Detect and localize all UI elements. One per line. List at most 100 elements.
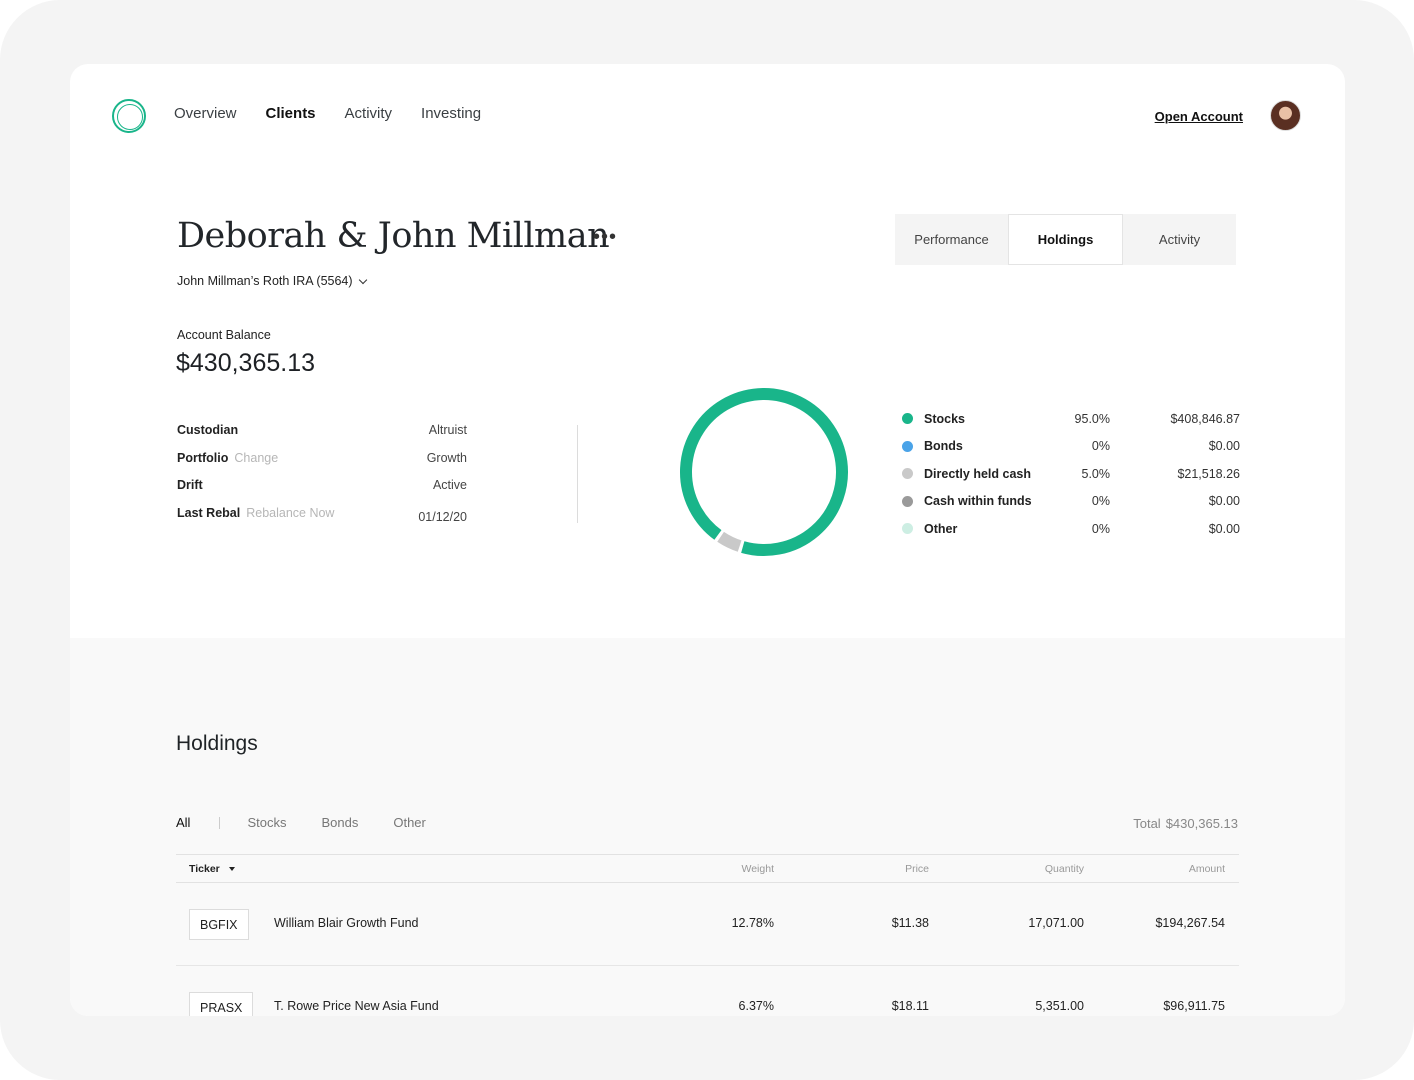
detail-label: Custodian [177,423,239,437]
user-avatar[interactable] [1270,100,1301,131]
legend-swatch [902,523,913,535]
weight-cell: 12.78% [731,916,774,930]
table-header: Ticker Weight Price Quantity Amount [176,854,1239,883]
legend-row: Stocks 95.0% $408,846.87 [902,405,1240,433]
holdings-filters: All Stocks Bonds Other [176,815,461,830]
nav-clients[interactable]: Clients [266,105,316,122]
account-selector[interactable]: John Millman’s Roth IRA (5564) [177,274,367,288]
holdings-title: Holdings [176,732,258,755]
legend-percent: 0% [1091,521,1110,536]
fund-name: William Blair Growth Fund [274,916,419,930]
holdings-table: Ticker Weight Price Quantity Amount BGFI… [176,854,1239,1016]
quantity-cell: 5,351.00 [1035,999,1084,1013]
donut-slice-directly-held-cash[interactable] [717,531,742,552]
tab-holdings[interactable]: Holdings [1008,214,1123,265]
filter-other[interactable]: Other [393,815,426,830]
legend-label: Directly held cash [924,466,1031,481]
client-name-title: Deborah & John Millman [177,216,610,256]
price-cell: $18.11 [891,999,929,1013]
detail-row-drift: Drift Active [177,478,467,506]
more-options-icon[interactable]: ••• [593,226,617,249]
vertical-divider [577,425,578,523]
legend-row: Cash within funds 0% $0.00 [902,488,1240,516]
legend-swatch [902,468,913,480]
total-label: Total [1133,816,1161,831]
legend-swatch [902,440,913,452]
ticker-badge: BGFIX [189,909,249,940]
detail-row-last-rebal: Last Rebal Rebalance Now 01/12/20 [177,506,467,534]
detail-value: Altruist [428,423,467,437]
column-quantity[interactable]: Quantity [1006,863,1084,875]
allocation-donut-chart [680,388,848,556]
legend-amount: $0.00 [1208,494,1240,509]
account-details: Custodian Altruist Portfolio Change Growt… [177,423,467,533]
app-window: Overview Clients Activity Investing Open… [70,64,1345,1016]
top-nav: Overview Clients Activity Investing [174,105,481,122]
legend-amount: $21,518.26 [1177,466,1240,481]
detail-label-wrap: Last Rebal Rebalance Now [177,506,334,520]
account-selector-label: John Millman’s Roth IRA (5564) [177,274,353,288]
fund-name: T. Rowe Price New Asia Fund [274,999,439,1013]
device-frame: Overview Clients Activity Investing Open… [0,0,1414,1080]
legend-percent: 95.0% [1074,411,1110,426]
legend-percent: 0% [1091,439,1110,454]
weight-cell: 6.37% [738,999,774,1013]
column-price[interactable]: Price [866,863,929,875]
legend-label: Stocks [924,411,965,426]
filter-stocks[interactable]: Stocks [247,815,286,830]
change-portfolio-link[interactable]: Change [234,451,278,465]
view-tabs: Performance Holdings Activity [895,214,1236,265]
legend-row: Bonds 0% $0.00 [902,433,1240,461]
rebalance-now-link[interactable]: Rebalance Now [246,506,334,520]
holdings-total: Total $430,365.13 [1133,816,1238,831]
amount-cell: $96,911.75 [1163,999,1225,1013]
total-value: $430,365.13 [1165,816,1238,831]
nav-investing[interactable]: Investing [421,105,481,122]
amount-cell: $194,267.54 [1155,916,1225,930]
detail-value: 01/12/20 [418,509,467,524]
ticker-sort-header[interactable]: Ticker [189,863,235,875]
legend-row: Other 0% $0.00 [902,515,1240,543]
detail-label: Portfolio [177,450,229,465]
account-balance-label: Account Balance [177,328,271,342]
ticker-badge: PRASX [189,992,254,1016]
nav-overview[interactable]: Overview [174,105,237,122]
detail-row-custodian: Custodian Altruist [177,423,467,451]
tab-activity[interactable]: Activity [1123,214,1236,265]
detail-row-portfolio: Portfolio Change Growth [177,451,467,479]
nav-activity[interactable]: Activity [345,105,393,122]
legend-amount: $0.00 [1208,439,1240,454]
quantity-cell: 17,071.00 [1028,916,1084,930]
filter-divider [219,816,221,829]
legend-amount: $408,846.87 [1170,411,1240,426]
holdings-section: Holdings All Stocks Bonds Other Total $43… [70,638,1345,1016]
legend-label: Other [924,521,958,536]
column-weight[interactable]: Weight [716,863,775,875]
filter-all[interactable]: All [176,815,190,830]
legend-label: Bonds [924,439,963,454]
table-row[interactable]: PRASX T. Rowe Price New Asia Fund 6.37% … [176,966,1239,1016]
legend-percent: 0% [1091,494,1110,509]
open-account-link[interactable]: Open Account [1155,109,1243,124]
column-ticker: Ticker [189,863,220,875]
chevron-down-icon [358,275,367,284]
allocation-legend: Stocks 95.0% $408,846.87 Bonds 0% $0.00 Direct… [902,405,1240,543]
detail-label-wrap: Portfolio Change [177,451,278,465]
tab-performance[interactable]: Performance [895,214,1008,265]
legend-percent: 5.0% [1081,466,1111,481]
legend-row: Directly held cash 5.0% $21,518.26 [902,460,1240,488]
legend-amount: $0.00 [1208,521,1240,536]
donut-slice-stocks[interactable] [680,388,848,556]
price-cell: $11.38 [891,916,929,930]
column-amount[interactable]: Amount [1156,863,1225,875]
account-balance-value: $430,365.13 [176,349,316,377]
detail-label: Drift [177,478,203,492]
legend-swatch [902,495,913,507]
legend-swatch [902,413,913,425]
detail-value: Active [432,478,467,492]
table-row[interactable]: BGFIX William Blair Growth Fund 12.78% $… [176,883,1239,966]
filter-bonds[interactable]: Bonds [321,815,358,830]
brand-logo-icon[interactable] [112,99,146,133]
detail-label: Last Rebal [177,505,241,520]
caret-down-icon [228,867,235,871]
